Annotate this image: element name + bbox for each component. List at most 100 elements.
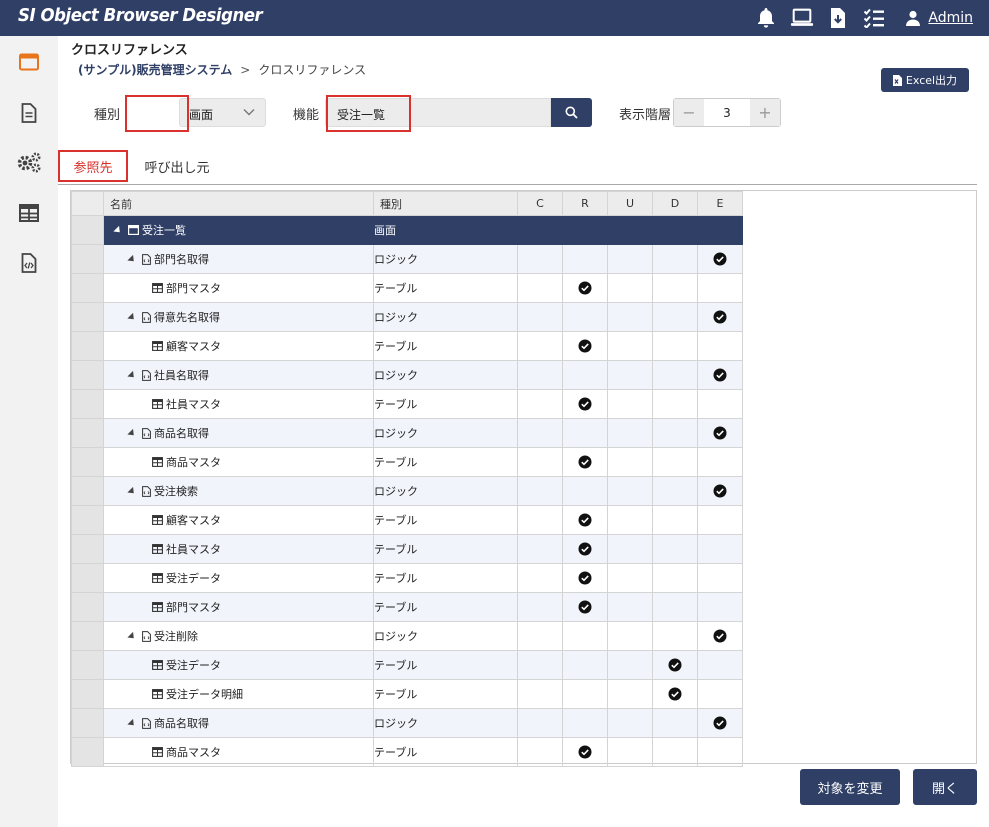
table-row[interactable]: 受注データ明細 テーブル: [71, 679, 743, 709]
expand-toggle-icon[interactable]: [127, 631, 137, 641]
download-file-icon[interactable]: [826, 6, 850, 30]
level-increment-button[interactable]: +: [750, 99, 780, 126]
expand-toggle-icon[interactable]: [127, 254, 137, 264]
checklist-icon[interactable]: [862, 6, 886, 30]
row-header[interactable]: [71, 476, 104, 506]
breadcrumb-parent-link[interactable]: (サンプル)販売管理システム: [78, 61, 232, 78]
excel-export-button[interactable]: Excel出力: [881, 68, 969, 92]
name-cell[interactable]: 部門マスタ: [103, 592, 374, 622]
sidebar-item-settings[interactable]: [0, 142, 58, 182]
level-value[interactable]: 3: [704, 99, 750, 126]
table-row[interactable]: 部門マスタ テーブル: [71, 592, 743, 622]
expand-toggle-icon[interactable]: [127, 370, 137, 380]
name-cell[interactable]: 社員マスタ: [103, 389, 374, 419]
row-header[interactable]: [71, 505, 104, 535]
laptop-icon[interactable]: [790, 6, 814, 30]
table-row[interactable]: 商品マスタ テーブル: [71, 737, 743, 767]
crud-cell-d: [652, 302, 698, 332]
table-icon: [19, 204, 39, 222]
table-row[interactable]: 商品名取得 ロジック: [71, 708, 743, 738]
row-header[interactable]: [71, 418, 104, 448]
row-header[interactable]: [71, 708, 104, 738]
row-header[interactable]: [71, 389, 104, 419]
table-row[interactable]: 受注データ テーブル: [71, 650, 743, 680]
open-button[interactable]: 開く: [913, 769, 977, 805]
row-header[interactable]: [71, 563, 104, 593]
table-row[interactable]: 社員名取得 ロジック: [71, 360, 743, 390]
sidebar-item-code[interactable]: [0, 243, 58, 283]
row-header[interactable]: [71, 534, 104, 564]
level-decrement-button[interactable]: −: [674, 99, 704, 126]
table-row[interactable]: 受注削除 ロジック: [71, 621, 743, 651]
name-cell[interactable]: 社員マスタ: [103, 534, 374, 564]
expand-toggle-icon[interactable]: [127, 486, 137, 496]
user-name-link[interactable]: Admin: [928, 10, 973, 26]
logic-file-icon: [142, 717, 151, 729]
name-cell[interactable]: 部門名取得: [103, 244, 374, 274]
name-cell[interactable]: 商品名取得: [103, 708, 374, 738]
name-cell[interactable]: 商品マスタ: [103, 737, 374, 767]
row-header[interactable]: [71, 737, 104, 767]
name-cell[interactable]: 顧客マスタ: [103, 331, 374, 361]
name-cell[interactable]: 部門マスタ: [103, 273, 374, 303]
row-header[interactable]: [71, 592, 104, 622]
tab-callers[interactable]: 呼び出し元: [140, 150, 214, 182]
table-row[interactable]: 社員マスタ テーブル: [71, 534, 743, 564]
sidebar-item-logic[interactable]: [0, 93, 58, 133]
sidebar-item-screen[interactable]: [0, 42, 58, 82]
row-header[interactable]: [71, 621, 104, 651]
kind-select[interactable]: 画面: [179, 98, 266, 127]
name-cell[interactable]: 顧客マスタ: [103, 505, 374, 535]
row-header[interactable]: [71, 273, 104, 303]
table-row[interactable]: 顧客マスタ テーブル: [71, 505, 743, 535]
column-header-c[interactable]: C: [517, 191, 563, 216]
column-header-d[interactable]: D: [652, 191, 698, 216]
row-header[interactable]: [71, 244, 104, 274]
expand-toggle-icon[interactable]: [113, 225, 123, 235]
crud-cell-e: [697, 447, 743, 477]
name-cell[interactable]: 社員名取得: [103, 360, 374, 390]
name-cell[interactable]: 受注データ明細: [103, 679, 374, 709]
column-header-e[interactable]: E: [697, 191, 743, 216]
row-header[interactable]: [71, 302, 104, 332]
name-cell[interactable]: 受注データ: [103, 563, 374, 593]
row-header[interactable]: [71, 331, 104, 361]
user-menu[interactable]: Admin: [906, 10, 973, 26]
function-input[interactable]: 受注一覧: [325, 98, 551, 127]
bell-icon[interactable]: [754, 6, 778, 30]
name-cell[interactable]: 受注検索: [103, 476, 374, 506]
name-cell[interactable]: 商品マスタ: [103, 447, 374, 477]
column-header-type[interactable]: 種別: [373, 191, 518, 216]
expand-toggle-icon[interactable]: [127, 718, 137, 728]
name-cell[interactable]: 受注削除: [103, 621, 374, 651]
table-row-root[interactable]: 受注一覧 画面: [71, 215, 743, 245]
row-header[interactable]: [71, 679, 104, 709]
table-row[interactable]: 顧客マスタ テーブル: [71, 331, 743, 361]
column-header-u[interactable]: U: [607, 191, 653, 216]
table-row[interactable]: 得意先名取得 ロジック: [71, 302, 743, 332]
row-header[interactable]: [71, 215, 104, 245]
name-cell[interactable]: 得意先名取得: [103, 302, 374, 332]
row-header[interactable]: [71, 650, 104, 680]
tab-references[interactable]: 参照先: [58, 150, 128, 182]
table-row[interactable]: 受注検索 ロジック: [71, 476, 743, 506]
expand-toggle-icon[interactable]: [127, 428, 137, 438]
column-header-name[interactable]: 名前: [103, 191, 374, 216]
table-row[interactable]: 部門マスタ テーブル: [71, 273, 743, 303]
row-header[interactable]: [71, 360, 104, 390]
row-header[interactable]: [71, 447, 104, 477]
expand-toggle-icon[interactable]: [127, 312, 137, 322]
table-row[interactable]: 社員マスタ テーブル: [71, 389, 743, 419]
table-row[interactable]: 商品マスタ テーブル: [71, 447, 743, 477]
table-row[interactable]: 受注データ テーブル: [71, 563, 743, 593]
name-cell[interactable]: 受注一覧: [103, 215, 374, 245]
crud-cell-c: [517, 563, 563, 593]
table-row[interactable]: 商品名取得 ロジック: [71, 418, 743, 448]
change-target-button[interactable]: 対象を変更: [800, 769, 900, 805]
column-header-r[interactable]: R: [562, 191, 608, 216]
sidebar-item-table[interactable]: [0, 193, 58, 233]
table-row[interactable]: 部門名取得 ロジック: [71, 244, 743, 274]
name-cell[interactable]: 商品名取得: [103, 418, 374, 448]
search-button[interactable]: [551, 98, 592, 127]
name-cell[interactable]: 受注データ: [103, 650, 374, 680]
